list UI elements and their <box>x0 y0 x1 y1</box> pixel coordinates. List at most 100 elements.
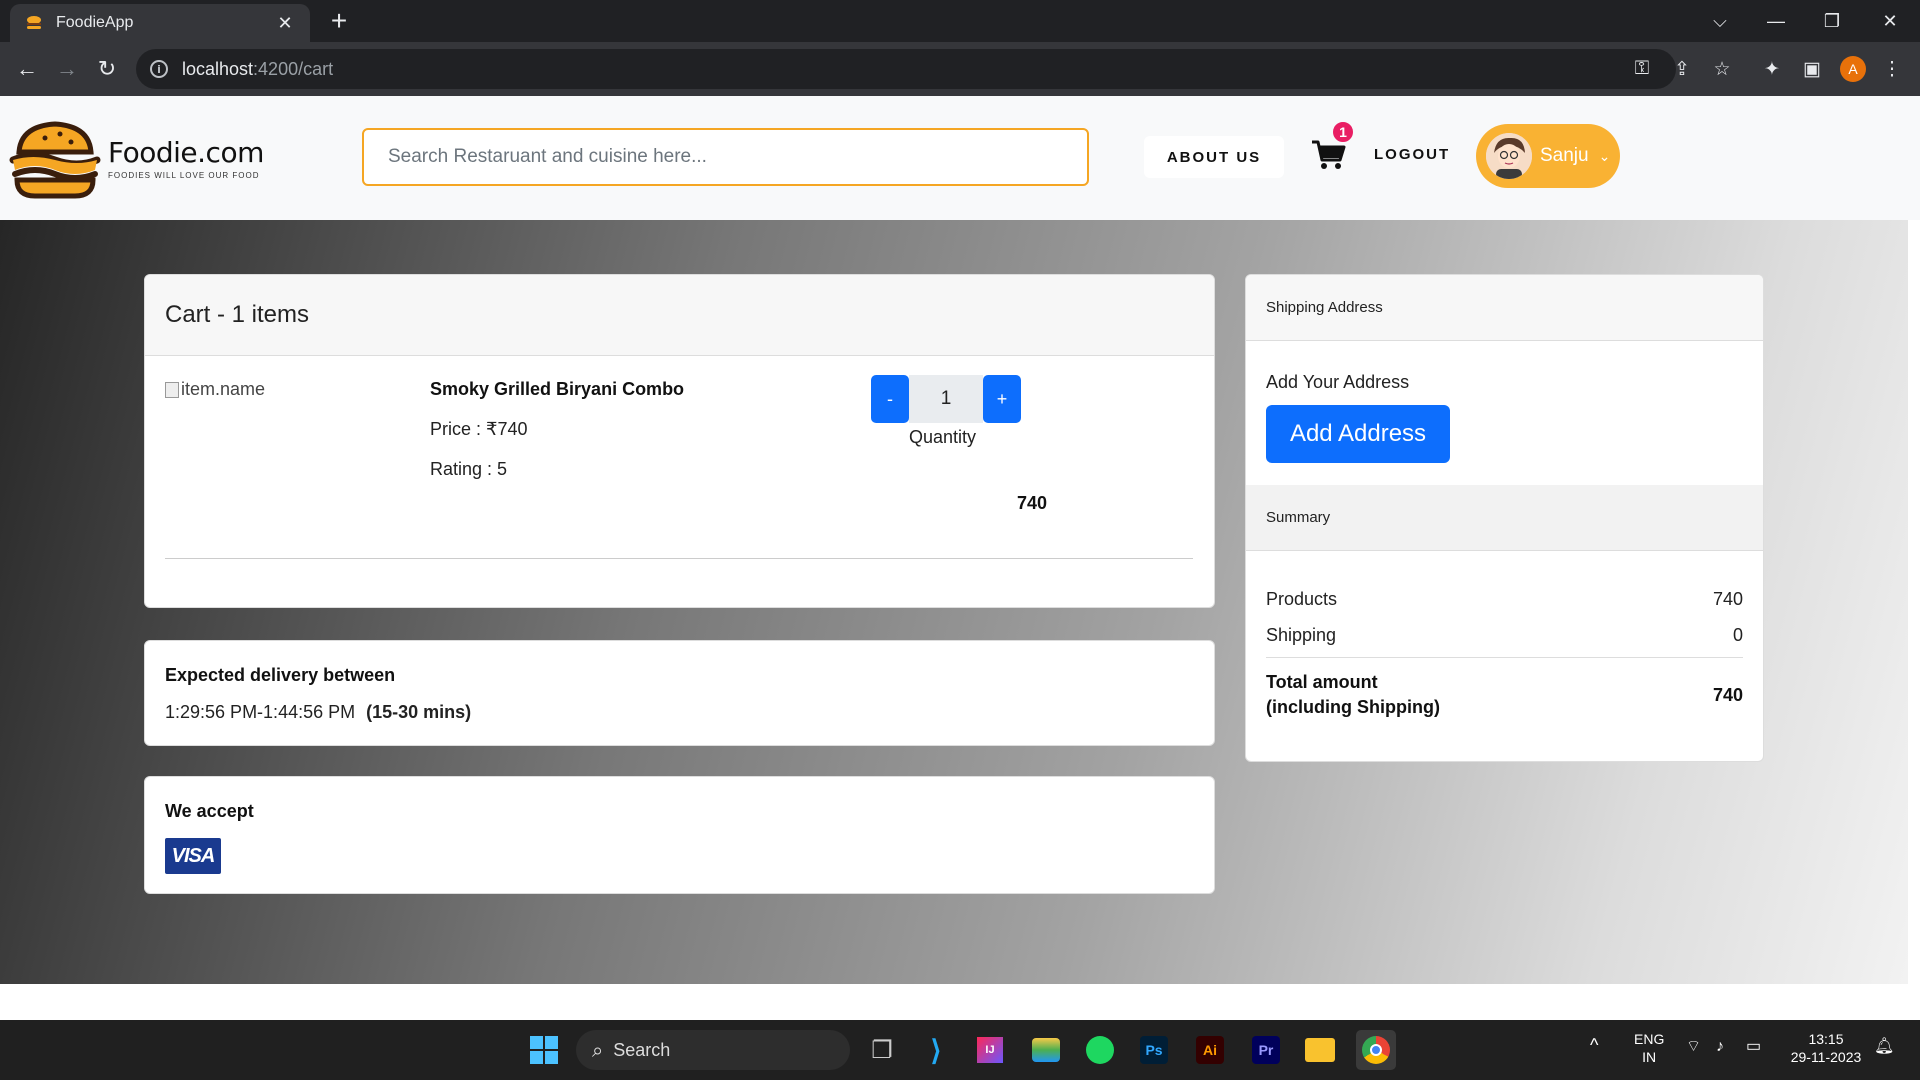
browser-tab[interactable]: FoodieApp ✕ <box>10 4 310 42</box>
brand: Foodie.com FOODIES WILL LOVE OUR FOOD <box>108 136 264 180</box>
item-line-total: 740 <box>1017 493 1048 513</box>
total-label-line2: (including Shipping) <box>1266 697 1440 717</box>
item-price: Price : ₹740 <box>430 419 528 439</box>
summary-body: Products 740 Shipping 0 Total amount (in… <box>1246 551 1763 720</box>
add-address-button[interactable]: Add Address <box>1266 405 1450 463</box>
brand-name: Foodie.com <box>108 136 264 169</box>
clock-date: 29-11-2023 <box>1790 1049 1862 1065</box>
quantity-value[interactable]: 1 <box>909 375 983 423</box>
shipping-header: Shipping Address <box>1246 275 1763 341</box>
spotify-icon[interactable] <box>1080 1030 1120 1070</box>
total-label-line1: Total amount <box>1266 672 1378 692</box>
region-code: IN <box>1642 1049 1657 1065</box>
summary-row-shipping: Shipping 0 <box>1266 617 1743 653</box>
premiere-icon[interactable]: Pr <box>1246 1030 1286 1070</box>
total-label: Total amount (including Shipping) <box>1266 670 1440 720</box>
delivery-time-range: 1:29:56 PM-1:44:56 PM <box>165 702 356 722</box>
payment-title: We accept <box>165 801 254 821</box>
language-code: ENG <box>1634 1031 1665 1047</box>
restore-icon[interactable]: ❐ <box>1804 0 1860 42</box>
illustrator-icon[interactable]: Ai <box>1190 1030 1230 1070</box>
chevron-down-icon: ⌄ <box>1598 147 1611 164</box>
new-tab-icon[interactable]: + <box>324 6 354 36</box>
battery-icon[interactable]: ▭ <box>1746 1038 1761 1056</box>
tab-close-icon[interactable]: ✕ <box>274 13 296 34</box>
back-icon[interactable]: ← <box>10 52 44 86</box>
bluestacks-icon[interactable] <box>1026 1030 1066 1070</box>
intellij-icon[interactable]: IJ <box>970 1030 1010 1070</box>
task-view-icon[interactable]: ❐ <box>862 1030 902 1070</box>
user-avatar <box>1486 133 1532 179</box>
item-image: item.name <box>165 379 265 400</box>
wifi-icon[interactable]: ⌔ <box>1686 1038 1701 1056</box>
shipping-body: Add Your Address Add Address <box>1246 341 1763 485</box>
chrome-icon[interactable] <box>1356 1030 1396 1070</box>
divider <box>1266 657 1743 658</box>
extensions-icon[interactable]: ✦ <box>1756 53 1788 85</box>
site-info-icon[interactable]: i <box>150 60 168 78</box>
file-explorer-icon[interactable] <box>1300 1030 1340 1070</box>
profile-avatar[interactable]: A <box>1840 56 1866 82</box>
tab-title: FoodieApp <box>56 14 134 31</box>
address-prompt: Add Your Address <box>1266 372 1410 392</box>
os-taskbar: ⌕ Search ❐ ⟩ IJ Ps Ai Pr ^ ENG IN ⌔ ♪ ▭ … <box>0 1020 1920 1080</box>
clock-time: 13:15 <box>1808 1031 1844 1047</box>
reload-icon[interactable]: ↻ <box>90 52 124 86</box>
payment-card: We accept VISA <box>144 776 1215 894</box>
window-close-icon[interactable]: ✕ <box>1862 0 1918 42</box>
item-image-alt: item.name <box>181 379 266 399</box>
taskbar-search-label: Search <box>613 1039 671 1060</box>
show-hidden-icons-icon[interactable]: ^ <box>1590 1036 1598 1054</box>
bookmark-star-icon[interactable]: ☆ <box>1706 53 1738 85</box>
summary-row-products: Products 740 <box>1266 581 1743 617</box>
cart-title: Cart - 1 items <box>145 275 1214 356</box>
delivery-card: Expected delivery between 1:29:56 PM-1:4… <box>144 640 1215 746</box>
burger-favicon-icon <box>27 16 41 29</box>
clock[interactable]: 13:15 29-11-2023 <box>1786 1030 1866 1066</box>
user-name: Sanju <box>1540 145 1589 166</box>
about-us-button[interactable]: ABOUT US <box>1144 136 1284 178</box>
delivery-title: Expected delivery between <box>165 665 396 685</box>
notification-bell-icon[interactable]: 🔔︎ <box>1874 1038 1894 1056</box>
windows-start-icon[interactable] <box>524 1030 564 1070</box>
user-menu-button[interactable]: Sanju ⌄ <box>1476 124 1620 188</box>
language-indicator[interactable]: ENG IN <box>1634 1030 1664 1066</box>
tab-search-chevron-icon[interactable]: ⌵ <box>1692 0 1748 42</box>
browser-toolbar: ← → ↻ i localhost :4200/cart ⚿ ⇪ ☆ ✦ ▣ A… <box>0 42 1920 96</box>
increment-button[interactable]: + <box>983 375 1021 423</box>
forward-icon[interactable]: → <box>50 52 84 86</box>
url-path: :4200/cart <box>253 58 334 79</box>
summary-value: 0 <box>1732 624 1743 645</box>
quantity-label: Quantity <box>909 427 977 447</box>
minimize-icon[interactable]: — <box>1748 0 1804 42</box>
broken-image-icon <box>165 381 179 398</box>
visa-logo-icon: VISA <box>165 838 221 874</box>
cart-count-badge: 1 <box>1331 120 1355 144</box>
side-panel-icon[interactable]: ▣ <box>1796 53 1828 85</box>
brand-tagline: FOODIES WILL LOVE OUR FOOD <box>108 171 260 180</box>
total-value: 740 <box>1712 684 1743 705</box>
cart-card: Cart - 1 items item.name Smoky Grilled B… <box>144 274 1215 608</box>
divider <box>165 558 1193 559</box>
search-icon: ⌕ <box>592 1038 604 1062</box>
photoshop-icon[interactable]: Ps <box>1134 1030 1174 1070</box>
browser-tab-strip: FoodieApp ✕ + ⌵ — ❐ ✕ <box>0 0 1920 42</box>
burger-logo-icon[interactable] <box>5 116 105 202</box>
volume-icon[interactable]: ♪ <box>1716 1038 1724 1056</box>
share-icon[interactable]: ⇪ <box>1666 53 1698 85</box>
quantity-stepper: - 1 + <box>871 375 1021 423</box>
url-host: localhost <box>182 58 254 79</box>
vscode-icon[interactable]: ⟩ <box>916 1030 956 1070</box>
delivery-window: 1:29:56 PM-1:44:56 PM (15-30 mins) <box>165 702 1194 723</box>
menu-kebab-icon[interactable]: ⋮ <box>1876 53 1908 85</box>
logout-link[interactable]: LOGOUT <box>1374 146 1450 163</box>
summary-label: Products <box>1266 588 1338 609</box>
summary-header: Summary <box>1246 485 1763 551</box>
address-bar[interactable]: i localhost :4200/cart <box>136 49 1676 89</box>
taskbar-search[interactable]: ⌕ Search <box>576 1030 850 1070</box>
key-icon[interactable]: ⚿ <box>1626 53 1658 85</box>
decrement-button[interactable]: - <box>871 375 909 423</box>
restaurant-search-input[interactable] <box>362 128 1089 186</box>
summary-label: Shipping <box>1266 624 1337 645</box>
page-scrollbar[interactable] <box>1908 220 1920 984</box>
